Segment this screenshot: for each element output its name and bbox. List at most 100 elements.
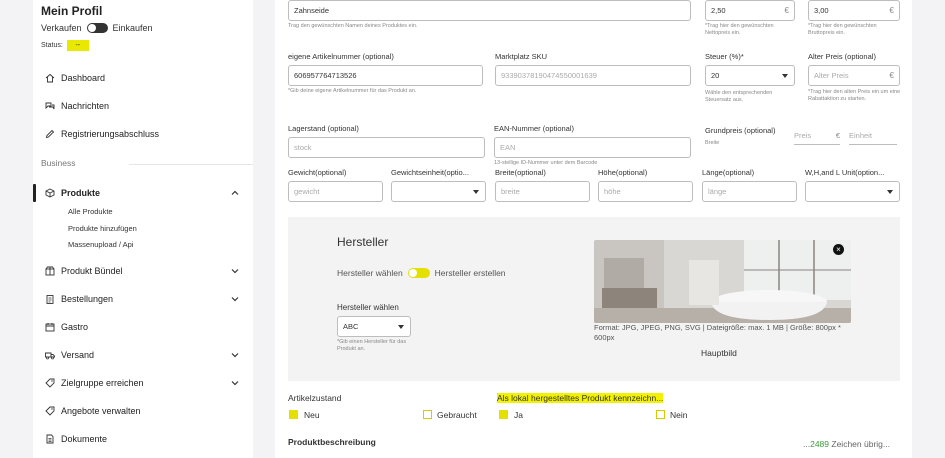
old-price-hint: *Trag hier den alten Preis ein um eine R… xyxy=(808,89,901,102)
net-price-value: 2,50 xyxy=(711,6,726,15)
net-price-input[interactable]: 2,50 € xyxy=(705,0,795,21)
chevron-down-icon xyxy=(231,381,239,386)
article-number-label: eigene Artikelnummer (optional) xyxy=(288,52,394,61)
chevron-down-icon xyxy=(231,297,239,302)
height-input[interactable]: höhe xyxy=(598,181,693,202)
product-form: Zahnseide Trag den gewünschten Namen dei… xyxy=(275,0,912,458)
caret-down-icon xyxy=(473,190,479,194)
gross-price-input[interactable]: 3,00 € xyxy=(808,0,900,21)
width-input[interactable]: breite xyxy=(495,181,590,202)
sell-buy-toggle[interactable] xyxy=(86,23,108,33)
chevron-down-icon xyxy=(231,353,239,358)
sidebar-item-shipping[interactable]: Versand xyxy=(45,348,245,362)
pen-icon xyxy=(45,129,55,139)
sell-buy-toggle-row: Verkaufen Einkaufen xyxy=(41,23,153,33)
condition-new-checkbox[interactable] xyxy=(289,410,298,419)
sidebar-item-target-group[interactable]: Zielgruppe erreichen xyxy=(45,376,245,390)
document-icon xyxy=(45,434,55,444)
sidebar-item-label: Dashboard xyxy=(61,73,106,83)
sidebar-subitem-all-products[interactable]: Alle Produkte xyxy=(68,207,113,216)
dimension-unit-label: W,H,and L Unit(option... xyxy=(805,168,885,177)
messages-icon xyxy=(45,101,55,111)
local-yes-label: Ja xyxy=(514,410,523,420)
sidebar-item-orders[interactable]: Bestellungen xyxy=(45,292,245,306)
sidebar-item-dashboard[interactable]: Dashboard xyxy=(45,71,245,85)
home-icon xyxy=(45,73,55,83)
stock-label: Lagerstand (optional) xyxy=(288,124,359,133)
sku-input[interactable]: 93390378190474550001639 xyxy=(495,65,691,86)
clipboard-icon xyxy=(45,294,55,304)
sidebar-item-label: Zielgruppe erreichen xyxy=(61,378,144,388)
product-main-image[interactable] xyxy=(594,240,851,323)
sell-label: Verkaufen xyxy=(41,23,82,33)
box-icon xyxy=(45,188,55,198)
base-price-input[interactable]: Preis € xyxy=(794,131,840,145)
article-number-input[interactable]: 606957764713526 xyxy=(288,65,483,86)
sidebar-item-registration[interactable]: Registrierungsabschluss xyxy=(45,127,245,141)
base-unit-input[interactable]: Einheit xyxy=(849,131,897,145)
stock-input[interactable]: stock xyxy=(288,137,485,158)
condition-used-checkbox[interactable] xyxy=(423,410,432,419)
active-indicator xyxy=(33,184,36,202)
truck-icon xyxy=(45,350,55,360)
product-name-input[interactable]: Zahnseide xyxy=(288,0,691,21)
old-price-input[interactable]: Alter Preis € xyxy=(808,65,900,86)
ean-label: EAN-Nummer (optional) xyxy=(494,124,575,133)
sku-label: Marktplatz SKU xyxy=(495,52,548,61)
manufacturer-toggle[interactable] xyxy=(407,268,430,278)
main-image-label: Hauptbild xyxy=(701,348,737,358)
sidebar-item-gastro[interactable]: Gastro xyxy=(45,320,245,334)
base-price-sub: Breite xyxy=(705,140,720,146)
sidebar-subitem-bulk-upload[interactable]: Massenupload / Api xyxy=(68,240,133,249)
base-price-placeholder: Preis xyxy=(794,131,812,140)
manufacturer-select[interactable]: ABC xyxy=(337,316,411,337)
manufacturer-toggle-row: Hersteller wählen Hersteller erstellen xyxy=(337,268,506,278)
bundle-icon xyxy=(45,266,55,276)
image-format-info: Format: JPG, JPEG, PNG, SVG | Dateigröße… xyxy=(594,323,841,342)
sidebar-item-label: Bestellungen xyxy=(61,294,114,304)
length-label: Länge(optional) xyxy=(702,168,755,177)
condition-new-label: Neu xyxy=(304,410,320,420)
local-no-label: Nein xyxy=(670,410,688,420)
length-input[interactable]: länge xyxy=(702,181,797,202)
remove-image-button[interactable]: × xyxy=(833,244,844,255)
bathroom-image xyxy=(594,240,851,323)
local-yes-checkbox[interactable] xyxy=(499,410,508,419)
sidebar-item-messages[interactable]: Nachrichten xyxy=(45,99,245,113)
manufacturer-create-label: Hersteller erstellen xyxy=(434,268,506,278)
manufacturer-select-value: ABC xyxy=(343,322,359,331)
ean-hint: 13-stellige ID-Nummer unter dem Barcode xyxy=(494,160,598,166)
euro-icon: € xyxy=(889,71,894,80)
tag-icon xyxy=(45,406,55,416)
weight-unit-select[interactable] xyxy=(391,181,486,202)
manufacturer-choose-label: Hersteller wählen xyxy=(337,268,403,278)
condition-label: Artikelzustand xyxy=(288,393,342,403)
weight-input[interactable]: gewicht xyxy=(288,181,383,202)
section-divider xyxy=(129,164,253,165)
sidebar-item-product-bundle[interactable]: Produkt Bündel xyxy=(45,264,245,278)
sidebar-item-offers[interactable]: Angebote verwalten xyxy=(45,404,245,418)
sidebar-item-products[interactable]: Produkte xyxy=(45,186,245,200)
chevron-down-icon xyxy=(231,269,239,274)
manufacturer-section: Hersteller Hersteller wählen Hersteller … xyxy=(288,217,900,381)
counter-value: 2489 xyxy=(810,439,830,449)
base-price-label: Grundpreis (optional) xyxy=(705,126,776,135)
dimension-unit-select[interactable] xyxy=(805,181,900,202)
gross-price-hint: *Trag hier den gewünschten Bruttopreis e… xyxy=(808,23,877,36)
local-no-checkbox[interactable] xyxy=(656,410,665,419)
euro-icon: € xyxy=(835,131,840,140)
sidebar: Mein Profil Verkaufen Einkaufen Status: … xyxy=(33,0,253,458)
sidebar-item-label: Gastro xyxy=(61,322,89,332)
gross-price-value: 3,00 xyxy=(814,6,829,15)
weight-unit-label: Gewichtseinheit(optio... xyxy=(391,168,469,177)
euro-icon: € xyxy=(784,6,789,15)
ean-input[interactable]: EAN xyxy=(494,137,691,158)
manufacturer-title: Hersteller xyxy=(337,235,389,249)
tax-select[interactable]: 20 xyxy=(705,65,795,86)
sidebar-subitem-add-products[interactable]: Produkte hinzufügen xyxy=(68,224,137,233)
euro-icon: € xyxy=(889,6,894,15)
status-label: Status: xyxy=(41,42,63,49)
status-badge: -- xyxy=(66,40,89,51)
weight-label: Gewicht(optional) xyxy=(288,168,347,177)
sidebar-item-documents[interactable]: Dokumente xyxy=(45,432,245,446)
